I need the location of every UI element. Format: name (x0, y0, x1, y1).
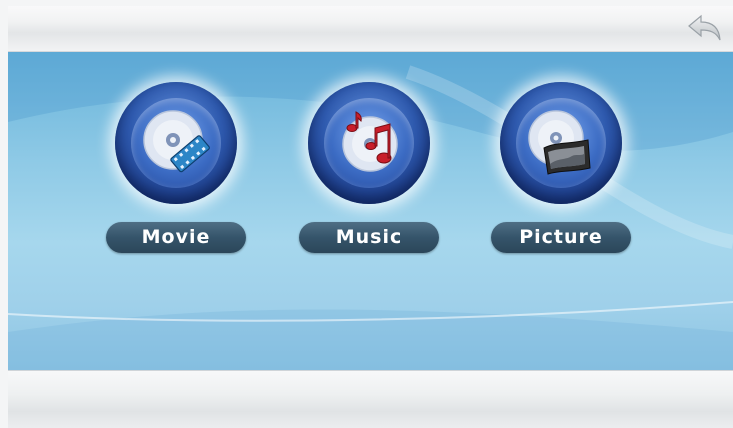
bottom-bar (8, 370, 733, 428)
media-menu-screen: Movie Music Picture (0, 0, 733, 428)
movie-disc-film-icon (143, 110, 210, 173)
picture-tile[interactable]: Picture (486, 82, 636, 262)
back-button[interactable] (687, 14, 723, 44)
top-bar (8, 6, 733, 52)
movie-label[interactable]: Movie (106, 222, 246, 253)
picture-label[interactable]: Picture (491, 222, 631, 253)
back-arrow-icon (688, 14, 721, 41)
music-label[interactable]: Music (299, 222, 439, 253)
picture-disc-photo-icon (528, 110, 591, 175)
picture-orb (500, 82, 622, 204)
music-tile[interactable]: Music (294, 82, 444, 262)
movie-orb (115, 82, 237, 204)
movie-tile[interactable]: Movie (101, 82, 251, 262)
music-orb (308, 82, 430, 204)
music-disc-notes-icon (342, 111, 398, 172)
